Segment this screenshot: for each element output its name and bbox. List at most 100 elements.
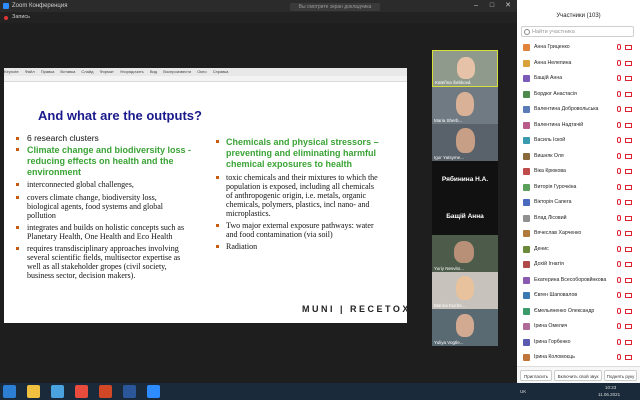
video-off-icon[interactable]: [625, 200, 632, 205]
video-off-icon[interactable]: [625, 324, 632, 329]
slide-text: Planetary Health, One Health and Eco Hea…: [27, 232, 173, 241]
participant-row[interactable]: Ірина Коломоєць: [517, 352, 640, 363]
menu-item[interactable]: Вставка: [60, 69, 75, 74]
participant-row[interactable]: Валентина Надтачій: [517, 120, 640, 131]
video-off-icon[interactable]: [625, 153, 632, 159]
video-tile[interactable]: Yuriy Nesvito...: [432, 235, 498, 272]
participant-row[interactable]: Влад Лісовий: [517, 213, 640, 224]
video-off-icon[interactable]: [625, 184, 632, 190]
muted-mic-icon[interactable]: [617, 307, 621, 314]
participant-row[interactable]: Бащій Анна: [517, 73, 640, 84]
participant-row[interactable]: Василь Іской: [517, 135, 640, 146]
muted-mic-icon[interactable]: [617, 276, 621, 283]
participant-row[interactable]: Віка Крюкова: [517, 166, 640, 177]
video-off-icon[interactable]: [625, 138, 632, 143]
menu-item[interactable]: Вид: [150, 69, 157, 74]
video-off-icon[interactable]: [625, 339, 632, 345]
participant-row[interactable]: Екатерина Всесоборовйнкова: [517, 275, 640, 286]
video-off-icon[interactable]: [625, 45, 632, 50]
video-tile[interactable]: Maria Sherb...: [432, 87, 498, 124]
slide-text: microplastics.: [226, 209, 271, 218]
muted-mic-icon[interactable]: [617, 199, 621, 205]
participant-row[interactable]: Виторія Гурочкіна: [517, 182, 640, 193]
menu-item[interactable]: Файл: [25, 69, 35, 74]
windows-start-icon[interactable]: [3, 385, 16, 398]
video-off-icon[interactable]: [625, 122, 632, 128]
participant-row[interactable]: Ірина Омелич: [517, 321, 640, 332]
participant-search-input[interactable]: Найти участника: [521, 26, 634, 37]
participant-row[interactable]: Євген Шаповалов: [517, 290, 640, 301]
tray-lang[interactable]: UK: [520, 383, 526, 400]
muted-mic-icon[interactable]: [617, 75, 621, 81]
video-tile[interactable]: Kateřina Šebková: [432, 50, 498, 87]
video-off-icon[interactable]: [625, 355, 632, 360]
video-off-icon[interactable]: [625, 262, 632, 267]
video-off-icon[interactable]: [625, 169, 632, 174]
muted-mic-icon[interactable]: [617, 214, 621, 221]
video-off-icon[interactable]: [625, 60, 632, 66]
participant-row[interactable]: Вишняк Оля: [517, 151, 640, 162]
video-tile[interactable]: Yuliya Vogtle...: [432, 309, 498, 346]
participant-row[interactable]: Анна Нелепина: [517, 58, 640, 69]
participant-row[interactable]: Денис: [517, 244, 640, 255]
muted-mic-icon[interactable]: [617, 292, 621, 298]
video-off-icon[interactable]: [625, 246, 632, 252]
browser-icon[interactable]: [51, 385, 64, 398]
muted-mic-icon[interactable]: [617, 59, 621, 66]
video-tile[interactable]: Igor Yatsyme...: [432, 124, 498, 161]
video-off-icon[interactable]: [625, 215, 632, 221]
menu-item[interactable]: Упорядочить: [120, 69, 144, 74]
muted-mic-icon[interactable]: [617, 245, 621, 252]
muted-mic-icon[interactable]: [617, 90, 621, 97]
participant-row[interactable]: Ємельяненко Олександр: [517, 306, 640, 317]
participant-row[interactable]: Бордюг Анастасія: [517, 89, 640, 100]
participant-row[interactable]: Вячеслав Харченко: [517, 228, 640, 239]
muted-mic-icon[interactable]: [617, 137, 621, 143]
muted-mic-icon[interactable]: [617, 323, 621, 329]
muted-mic-icon[interactable]: [617, 152, 621, 159]
video-off-icon[interactable]: [625, 91, 632, 97]
raise-hand-button[interactable]: Поднять руку: [604, 370, 637, 381]
minimize-button[interactable]: –: [468, 0, 484, 12]
menu-item[interactable]: Окно: [197, 69, 206, 74]
muted-mic-icon[interactable]: [617, 354, 621, 360]
zoom-taskbar-icon[interactable]: [147, 385, 160, 398]
video-tile[interactable]: Бащій Анна: [432, 198, 498, 235]
menu-item[interactable]: Формат: [100, 69, 114, 74]
menu-item[interactable]: Воспроизвести: [163, 69, 191, 74]
close-button[interactable]: ✕: [500, 0, 516, 12]
word-icon[interactable]: [123, 385, 136, 398]
muted-mic-icon[interactable]: [617, 121, 621, 128]
menu-item[interactable]: Слайд: [81, 69, 93, 74]
unmute-self-button[interactable]: Включить свой звук: [554, 370, 602, 381]
maximize-button[interactable]: □: [484, 0, 500, 12]
video-off-icon[interactable]: [625, 308, 632, 314]
muted-mic-icon[interactable]: [617, 168, 621, 174]
powerpoint-icon[interactable]: [99, 385, 112, 398]
muted-mic-icon[interactable]: [617, 261, 621, 267]
participant-row[interactable]: Дохій Ігнатія: [517, 259, 640, 270]
muted-mic-icon[interactable]: [617, 44, 621, 50]
video-off-icon[interactable]: [625, 293, 632, 298]
video-tile[interactable]: Marina Kuche...: [432, 272, 498, 309]
invite-button[interactable]: Пригласить: [520, 370, 552, 381]
video-tile[interactable]: Рябинина Н.А.: [432, 161, 498, 198]
participant-row[interactable]: Вікторія Сапега: [517, 197, 640, 208]
muted-mic-icon[interactable]: [617, 338, 621, 345]
file-explorer-icon[interactable]: [27, 385, 40, 398]
video-off-icon[interactable]: [625, 277, 632, 283]
tray-date[interactable]: 11.06.2021: [598, 391, 620, 399]
participant-row[interactable]: Валентина Добровольськa: [517, 104, 640, 115]
menu-item[interactable]: Справка: [213, 69, 229, 74]
participant-row[interactable]: Ірина Горбенко: [517, 337, 640, 348]
muted-mic-icon[interactable]: [617, 106, 621, 112]
video-off-icon[interactable]: [625, 76, 632, 81]
menu-item[interactable]: Keynote: [4, 69, 19, 74]
menu-item[interactable]: Правка: [41, 69, 55, 74]
video-off-icon[interactable]: [625, 231, 632, 236]
participant-row[interactable]: Анна Гриценко: [517, 42, 640, 53]
muted-mic-icon[interactable]: [617, 230, 621, 236]
muted-mic-icon[interactable]: [617, 183, 621, 190]
video-off-icon[interactable]: [625, 107, 632, 112]
chrome-icon[interactable]: [75, 385, 88, 398]
